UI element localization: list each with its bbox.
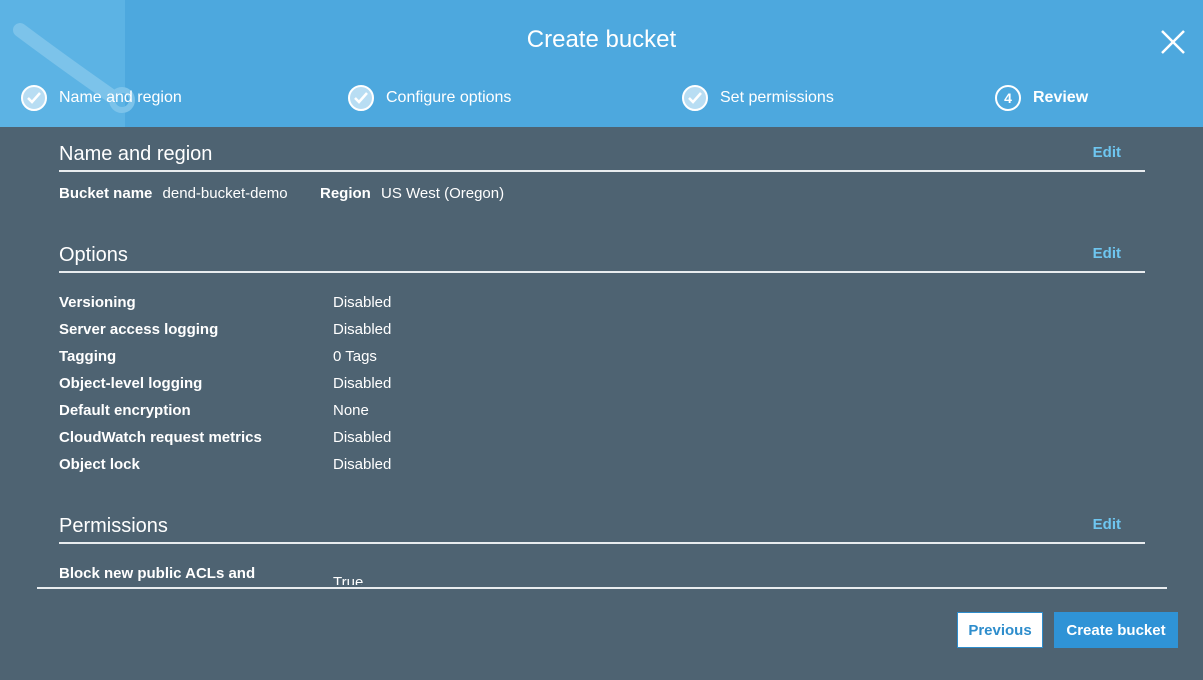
section-title: Permissions xyxy=(59,515,168,537)
region-field: Region US West (Oregon) xyxy=(320,185,504,202)
step-label: Review xyxy=(1033,89,1089,106)
check-icon xyxy=(682,85,708,111)
wizard-steps: Name and region Configure options Set pe… xyxy=(0,84,1203,112)
edit-options-link[interactable]: Edit xyxy=(1093,245,1121,262)
section-title: Name and region xyxy=(59,143,213,165)
permission-value: True xyxy=(333,574,364,585)
edit-permissions-link[interactable]: Edit xyxy=(1093,516,1121,533)
step-name-and-region[interactable]: Name and region xyxy=(21,84,182,112)
step-label: Configure options xyxy=(386,89,512,106)
option-value: Disabled xyxy=(333,294,392,311)
create-bucket-button[interactable]: Create bucket xyxy=(1054,612,1178,648)
step-label: Set permissions xyxy=(720,89,834,106)
bucket-name-value: dend-bucket-demo xyxy=(162,185,288,202)
step-configure-options[interactable]: Configure options xyxy=(348,84,511,112)
section-permissions-header: Permissions Edit xyxy=(59,512,1145,544)
section-title: Options xyxy=(59,244,128,266)
option-label: Object-level logging xyxy=(59,375,203,392)
option-row: Versioning Disabled xyxy=(59,294,1145,316)
edit-name-region-link[interactable]: Edit xyxy=(1093,144,1121,161)
option-value: 0 Tags xyxy=(333,348,377,365)
option-value: Disabled xyxy=(333,375,392,392)
option-row: Object-level logging Disabled xyxy=(59,375,1145,397)
region-label: Region xyxy=(320,185,371,202)
region-value: US West (Oregon) xyxy=(381,185,505,202)
option-label: Tagging xyxy=(59,348,117,365)
option-value: Disabled xyxy=(333,456,392,473)
option-row: Default encryption None xyxy=(59,402,1145,424)
previous-button[interactable]: Previous xyxy=(957,612,1043,648)
option-row: CloudWatch request metrics Disabled xyxy=(59,429,1145,451)
permission-row: Block new public ACLs and True xyxy=(59,565,1145,585)
option-label: Versioning xyxy=(59,294,136,311)
option-row: Server access logging Disabled xyxy=(59,321,1145,343)
step-number: 4 xyxy=(995,85,1021,111)
close-icon[interactable] xyxy=(1159,28,1187,56)
option-value: Disabled xyxy=(333,321,392,338)
option-value: Disabled xyxy=(333,429,392,446)
review-content: Name and region Edit Bucket name dend-bu… xyxy=(59,127,1145,585)
dialog-title: Create bucket xyxy=(526,26,677,53)
option-label: CloudWatch request metrics xyxy=(59,429,262,446)
bucket-name-label: Bucket name xyxy=(59,185,153,202)
check-icon xyxy=(348,85,374,111)
bucket-name-field: Bucket name dend-bucket-demo xyxy=(59,185,288,202)
option-label: Object lock xyxy=(59,456,140,473)
wizard-header: Create bucket Name and region Configure … xyxy=(0,0,1203,127)
permission-label: Block new public ACLs and xyxy=(59,565,256,582)
step-label: Name and region xyxy=(59,89,182,106)
section-options-header: Options Edit xyxy=(59,241,1145,273)
option-row: Object lock Disabled xyxy=(59,456,1145,478)
option-row: Tagging 0 Tags xyxy=(59,348,1145,370)
option-label: Default encryption xyxy=(59,402,191,419)
section-name-region-header: Name and region Edit xyxy=(59,140,1145,172)
option-value: None xyxy=(333,402,369,419)
option-label: Server access logging xyxy=(59,321,219,338)
step-review[interactable]: 4 Review xyxy=(995,84,1088,112)
check-icon xyxy=(21,85,47,111)
footer-divider xyxy=(37,587,1167,589)
step-set-permissions[interactable]: Set permissions xyxy=(682,84,834,112)
